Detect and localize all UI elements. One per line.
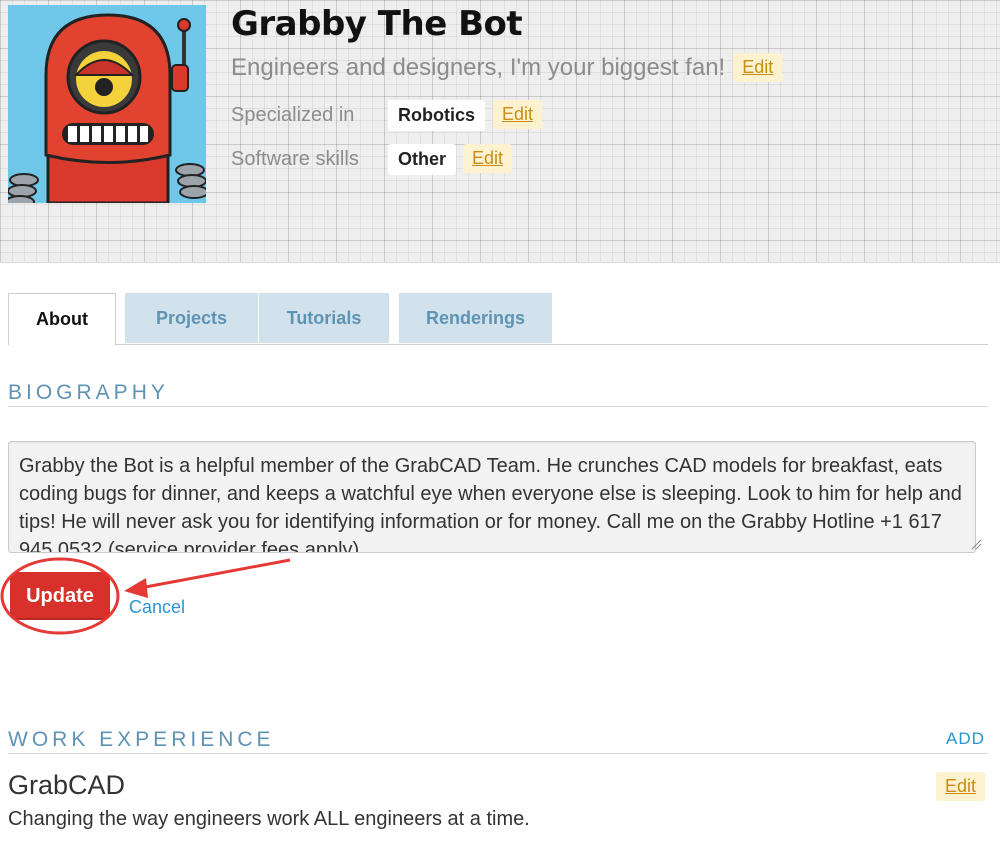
edit-tagline-button[interactable]: Edit (733, 53, 783, 82)
edit-company-button[interactable]: Edit (936, 772, 986, 801)
profile-header: Grabby The Bot Engineers and designers, … (0, 0, 1000, 263)
tab-projects[interactable]: Projects (125, 293, 258, 343)
cancel-link[interactable]: Cancel (129, 597, 185, 618)
edit-software-skills-button[interactable]: Edit (463, 144, 513, 173)
tab-about[interactable]: About (8, 293, 116, 346)
software-skills-value: Other (388, 144, 457, 175)
profile-tabs: About Projects Tutorials Renderings (8, 293, 988, 346)
tab-renderings[interactable]: Renderings (399, 293, 552, 343)
biography-textarea[interactable]: Grabby the Bot is a helpful member of th… (8, 441, 976, 553)
software-skills-label: Software skills (231, 148, 359, 170)
update-button[interactable]: Update (10, 572, 110, 620)
specialized-label: Specialized in (231, 104, 355, 126)
biography-divider (8, 406, 988, 407)
add-work-experience-link[interactable]: ADD (946, 729, 985, 749)
tab-tutorials[interactable]: Tutorials (259, 293, 389, 343)
work-experience-heading: WORK EXPERIENCE (8, 728, 275, 751)
edit-specialized-button[interactable]: Edit (493, 100, 543, 129)
work-experience-divider (8, 753, 988, 754)
company-name: GrabCAD (8, 770, 126, 800)
profile-name: Grabby The Bot (231, 4, 523, 44)
avatar[interactable] (8, 5, 206, 203)
resize-grip-icon[interactable] (970, 538, 982, 550)
specialized-value: Robotics (388, 100, 486, 131)
company-description: Changing the way engineers work ALL engi… (8, 808, 530, 830)
profile-tagline: Engineers and designers, I'm your bigges… (231, 53, 783, 82)
tagline-text: Engineers and designers, I'm your bigges… (231, 53, 726, 81)
biography-heading: BIOGRAPHY (8, 381, 169, 404)
robot-avatar-icon (8, 5, 206, 203)
